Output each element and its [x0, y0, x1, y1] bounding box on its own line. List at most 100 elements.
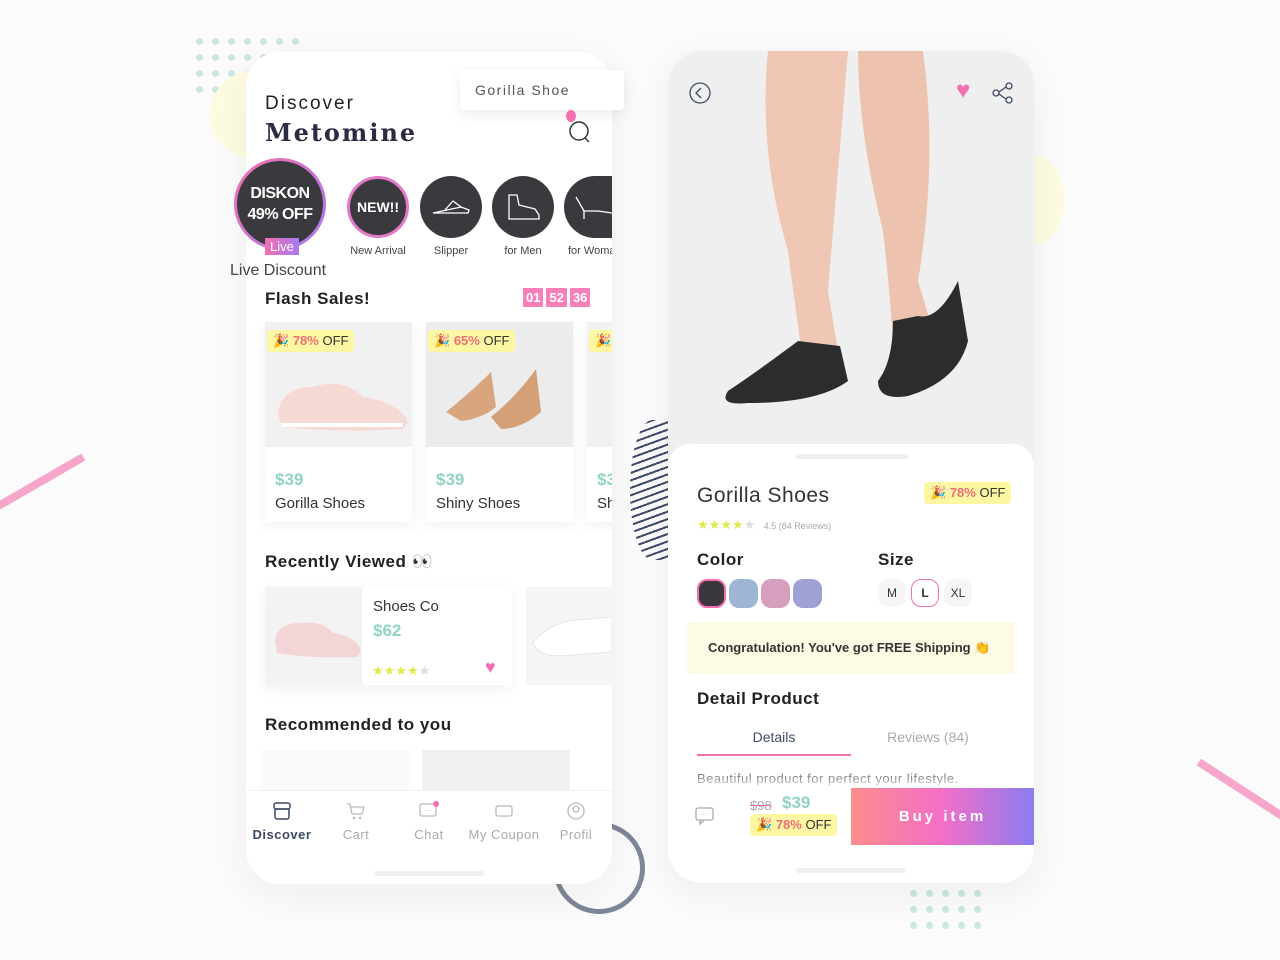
flash-card-shiny-shoes[interactable]: 🎉 65% OFF $39 Shiny Shoes: [426, 322, 573, 522]
tab-reviews[interactable]: Reviews (84): [851, 729, 1005, 745]
category-label: Slipper: [433, 245, 469, 257]
tab-details[interactable]: Details: [697, 729, 851, 756]
discover-screen: Discover Metomine Gorilla Shoe DISKON 49%…: [230, 52, 624, 884]
product-price: $39: [436, 470, 465, 489]
home-indicator: [374, 871, 484, 876]
product-detail-screen: ♥ Gorilla Shoes 🎉 78% OFF ★★★★★ 4.5 (84 …: [668, 51, 1034, 883]
nav-profil[interactable]: Profil: [541, 801, 611, 842]
color-swatch-selected[interactable]: [697, 579, 726, 608]
recommended-card[interactable]: [261, 750, 409, 790]
chat-icon: ···: [419, 801, 439, 817]
flash-card-partial[interactable]: 🎉 $3 Sh: [587, 322, 612, 522]
nav-chat[interactable]: ··· Chat: [394, 801, 464, 842]
category-for-men[interactable]: [492, 176, 554, 238]
old-price: $98: [750, 798, 772, 813]
timer-minutes: 52: [546, 288, 567, 307]
timer-hours: 01: [523, 288, 544, 307]
discount-badge: 🎉 65% OFF: [428, 330, 516, 352]
recommended-title: Recommended to you: [265, 715, 452, 734]
svg-text:···: ···: [424, 807, 433, 814]
product-price: $39: [275, 470, 304, 489]
product-name: Gorilla Shoes: [275, 495, 366, 512]
back-icon[interactable]: [688, 81, 712, 105]
countdown-timer: 01 52 36: [523, 288, 591, 307]
search-input[interactable]: Gorilla Shoe: [460, 70, 624, 122]
color-swatch[interactable]: [793, 579, 822, 608]
product-name: Sh: [597, 495, 612, 512]
purchase-bar: ··· $98 $39 🎉 78% OFF Buy item: [668, 788, 1034, 883]
product-price: $62: [373, 621, 402, 640]
product-name: Shoes Co: [373, 598, 439, 615]
decor-line: [1196, 758, 1280, 826]
current-price: $39: [782, 793, 811, 812]
nav-cart[interactable]: Cart: [321, 801, 391, 842]
live-discount-button[interactable]: DISKON 49% OFF Live: [234, 158, 326, 255]
product-photo: [668, 51, 1034, 461]
boot-icon: [508, 194, 540, 220]
flash-card-gorilla-shoes[interactable]: 🎉 78% OFF $39 Gorilla Shoes: [265, 322, 412, 522]
heel-icon: [575, 196, 612, 219]
decor-line: [0, 453, 86, 511]
category-slipper[interactable]: [420, 176, 482, 238]
discount-badge: 🎉 78% OFF: [924, 482, 1012, 504]
buy-item-button[interactable]: Buy item: [851, 788, 1034, 845]
color-options: [697, 579, 825, 608]
product-price: $3: [597, 470, 612, 489]
product-name: Gorilla Shoes: [697, 484, 830, 507]
product-name: Shiny Shoes: [436, 495, 521, 512]
category-for-women[interactable]: [564, 176, 612, 238]
recent-item-partial[interactable]: [526, 587, 612, 685]
category-label: for Men: [504, 245, 542, 257]
favorite-heart-icon[interactable]: ♥: [956, 77, 970, 105]
flash-list: 🎉 78% OFF $39 Gorilla Shoes 🎉 65% OFF $3…: [246, 322, 612, 532]
size-option-m[interactable]: M: [878, 579, 906, 607]
cart-icon: [347, 803, 365, 820]
store-icon: [273, 802, 291, 820]
shipping-banner: Congratulation! You've got FREE Shipping…: [687, 622, 1015, 674]
detail-sheet: Gorilla Shoes 🎉 78% OFF ★★★★★ 4.5 (84 Re…: [668, 444, 1034, 883]
size-label: Size: [878, 550, 915, 569]
discount-badge: 🎉: [589, 330, 612, 352]
recently-viewed-title: Recently Viewed 👀: [265, 552, 434, 571]
rating-stars: ★★★★★ 4.5 (84 Reviews): [697, 517, 832, 532]
recommended-card[interactable]: [422, 750, 570, 790]
nav-discover[interactable]: Discover: [247, 801, 317, 842]
home-indicator: [796, 868, 906, 873]
product-image: [265, 587, 362, 685]
size-option-l-selected[interactable]: L: [911, 579, 939, 607]
live-line2: 49% OFF: [247, 206, 313, 223]
brand-title: Metomine: [265, 118, 418, 147]
bottom-nav: Discover Cart ··· Chat My Coupon Profil: [246, 790, 612, 884]
size-options: M L XL: [878, 579, 977, 607]
live-line1: DISKON: [250, 185, 310, 202]
detail-product-title: Detail Product: [697, 689, 820, 708]
category-label: for Woma: [568, 245, 612, 257]
timer-seconds: 36: [569, 288, 591, 307]
discount-badge: 🎉 78% OFF: [750, 814, 838, 836]
profile-icon: [567, 802, 585, 820]
nav-my-coupon[interactable]: My Coupon: [468, 801, 540, 842]
recent-item[interactable]: Shoes Co $62 ★★★★★ ♥: [265, 587, 512, 685]
category-new-arrival[interactable]: NEW!!: [347, 176, 409, 238]
color-swatch[interactable]: [729, 579, 758, 608]
decor-dots: [910, 890, 981, 929]
slipper-icon: [432, 200, 470, 214]
new-badge-text: NEW!!: [357, 199, 399, 215]
size-option-xl[interactable]: XL: [944, 579, 972, 607]
share-icon[interactable]: [991, 81, 1015, 105]
chat-icon[interactable]: ···: [694, 806, 716, 826]
greeting: Discover: [265, 93, 355, 114]
category-label: New Arrival: [350, 245, 406, 257]
rating-text: 4.5 (84 Reviews): [763, 521, 832, 531]
favorite-heart-icon[interactable]: ♥: [485, 657, 496, 678]
live-discount-label: Live Discount: [230, 262, 327, 279]
discount-badge: 🎉 78% OFF: [267, 330, 355, 352]
flash-sales-title: Flash Sales!: [265, 289, 371, 308]
color-label: Color: [697, 550, 744, 569]
live-tag: Live: [265, 238, 299, 255]
svg-text:···: ···: [700, 811, 707, 818]
color-swatch[interactable]: [761, 579, 790, 608]
search-icon[interactable]: [568, 120, 592, 144]
drag-handle[interactable]: [796, 454, 908, 459]
search-value: Gorilla Shoe: [475, 82, 571, 98]
